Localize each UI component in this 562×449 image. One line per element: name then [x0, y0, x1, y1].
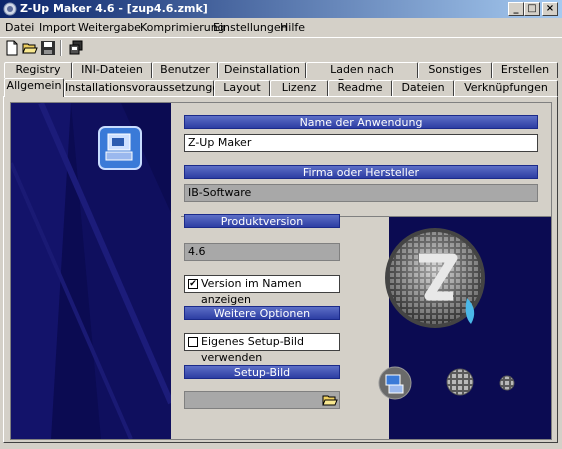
- tab-ini-dateien[interactable]: INI-Dateien: [72, 62, 152, 78]
- checkbox-unchecked-icon: [188, 337, 198, 347]
- copy-icon[interactable]: [68, 40, 84, 56]
- maximize-button[interactable]: □: [524, 2, 540, 16]
- tab-erstellen[interactable]: Erstellen: [492, 62, 558, 78]
- tab-layout[interactable]: Layout: [214, 80, 270, 96]
- menu-hilfe[interactable]: Hilfe: [280, 21, 305, 34]
- menu-komprimierung[interactable]: Komprimierung: [140, 21, 225, 34]
- tab-dateien[interactable]: Dateien: [392, 80, 454, 96]
- menu-einstellungen[interactable]: Einstellungen: [213, 21, 288, 34]
- tab-row-back: Registry INI-Dateien Benutzer Deinstalla…: [4, 62, 560, 90]
- content-area: Name der Anwendung Z-Up Maker Firma oder…: [10, 102, 552, 440]
- custom-setup-image-checkbox[interactable]: Eigenes Setup-Bild verwenden: [184, 333, 340, 364]
- company-header: Firma oder Hersteller: [184, 165, 538, 179]
- tab-benutzer[interactable]: Benutzer: [152, 62, 218, 78]
- setup-image-input[interactable]: [184, 391, 340, 409]
- browse-folder-icon[interactable]: [322, 392, 338, 408]
- title-bar[interactable]: Z-Up Maker 4.6 - [zup4.6.zmk] _ □ ×: [0, 0, 562, 18]
- tab-laden-nach-beenden[interactable]: Laden nach Beenden: [306, 62, 418, 90]
- company-input[interactable]: IB-Software: [184, 184, 538, 202]
- menu-weitergabe[interactable]: Weitergabe: [78, 21, 141, 34]
- save-disk-icon[interactable]: [40, 40, 56, 56]
- menu-bar: Datei Import Weitergabe Komprimierung Ei…: [0, 19, 562, 36]
- app-name-input[interactable]: Z-Up Maker: [184, 134, 538, 152]
- tab-verknuepfungen[interactable]: Verknüpfungen: [454, 80, 558, 96]
- setup-image-header: Setup-Bild: [184, 365, 340, 379]
- tab-registry[interactable]: Registry: [4, 62, 72, 78]
- version-in-name-checkbox[interactable]: ✔ Version im Namen anzeigen: [184, 275, 340, 306]
- menu-import[interactable]: Import: [39, 21, 76, 34]
- more-options-header: Weitere Optionen: [184, 306, 340, 320]
- tab-deinstallation[interactable]: Deinstallation: [218, 62, 306, 78]
- open-folder-icon[interactable]: [22, 40, 38, 56]
- app-window: Z-Up Maker 4.6 - [zup4.6.zmk] _ □ × Date…: [0, 0, 562, 449]
- app-icon: [3, 2, 17, 16]
- minimize-button[interactable]: _: [508, 2, 524, 16]
- toolbar-separator: [60, 40, 62, 56]
- version-header: Produktversion: [184, 214, 340, 228]
- menu-datei[interactable]: Datei: [5, 21, 34, 34]
- app-name-header: Name der Anwendung: [184, 115, 538, 129]
- small-sphere-icon: [499, 375, 515, 391]
- tab-allgemein[interactable]: Allgemein: [4, 78, 64, 97]
- tab-sonstiges[interactable]: Sonstiges: [418, 62, 492, 78]
- zup-logo-image: [385, 228, 485, 328]
- toolbar: [0, 37, 562, 58]
- tab-lizenz[interactable]: Lizenz: [270, 80, 328, 96]
- checkbox-checked-icon: ✔: [188, 279, 198, 289]
- tab-readme[interactable]: Readme: [328, 80, 392, 96]
- medium-sphere-icon: [446, 368, 474, 396]
- installer-icon: [98, 126, 142, 170]
- setup-disk-icon: [378, 366, 412, 400]
- new-file-icon[interactable]: [4, 40, 20, 56]
- tab-row-front: Allgemein Installationsvoraussetzungen L…: [4, 78, 560, 97]
- version-input[interactable]: 4.6: [184, 243, 340, 261]
- tab-installationsvoraussetzungen[interactable]: Installationsvoraussetzungen: [64, 80, 226, 96]
- window-title: Z-Up Maker 4.6 - [zup4.6.zmk]: [20, 2, 208, 15]
- close-button[interactable]: ×: [542, 2, 558, 16]
